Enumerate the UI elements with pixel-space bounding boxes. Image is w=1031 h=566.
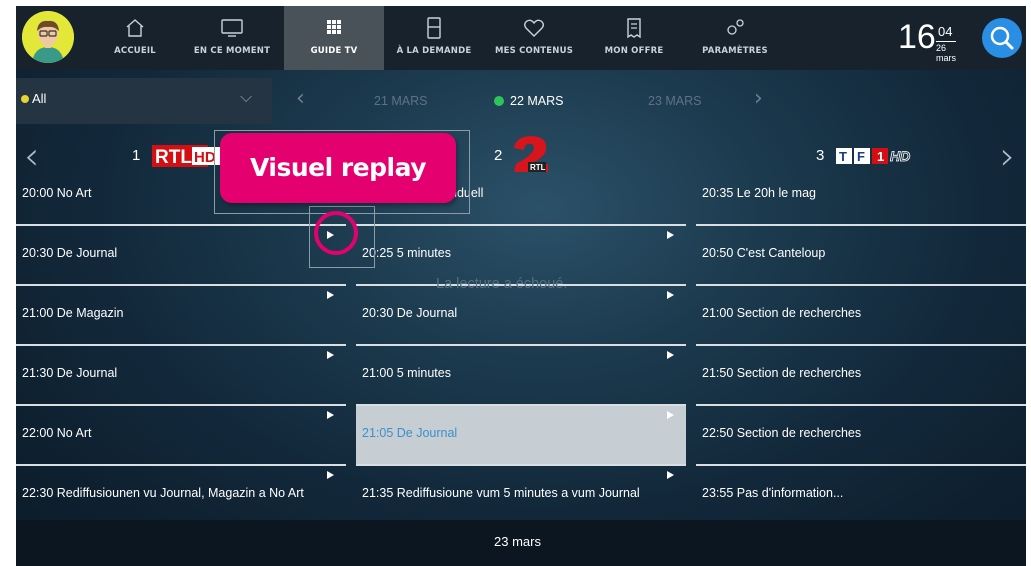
user-avatar[interactable] (22, 11, 74, 63)
nav-accueil-label: ACCUEIL (114, 46, 156, 56)
svg-text:HD: HD (890, 148, 910, 164)
nav-en-ce-moment-label: EN CE MOMENT (193, 46, 271, 56)
replay-icon (667, 231, 674, 239)
program-title: 20:25 5 minutes (362, 246, 451, 260)
clock-date: 26 mars (936, 41, 956, 63)
gears-icon (727, 19, 744, 35)
replay-icon (327, 291, 334, 299)
replay-icon (327, 351, 334, 359)
nav-en-ce-moment[interactable]: EN CE MOMENT (184, 6, 280, 70)
program-row[interactable]: 20:50 C'est Canteloup (696, 226, 1026, 286)
program-title: 21:35 Rediffusioune vum 5 minutes a vum … (362, 486, 640, 500)
home-icon (126, 19, 144, 37)
program-title: 21:05 De Journal (362, 426, 458, 440)
date-current[interactable]: 22 MARS (494, 94, 564, 108)
nav-guide-tv[interactable]: GUIDE TV (284, 6, 384, 70)
channel-1-number: 1 (132, 147, 141, 164)
nav-mon-offre[interactable]: MON OFFRE (596, 6, 672, 70)
date-prev[interactable]: 21 MARS (374, 94, 428, 108)
replay-icon (667, 291, 674, 299)
top-nav: ACCUEIL EN CE MOMENT GUIDE TV À LA DEMAN… (16, 6, 1026, 70)
clock-minutes: 04 (938, 24, 953, 39)
svg-text:T: T (839, 149, 847, 164)
program-title: 23:55 Pas d'information... (702, 486, 844, 500)
nav-accueil[interactable]: ACCUEIL (102, 6, 168, 70)
svg-text:HD: HD (194, 149, 216, 166)
program-row-selected[interactable]: 21:05 De Journal (356, 406, 686, 466)
program-title: 21:30 De Journal (22, 366, 118, 380)
program-row[interactable]: 22:00 No Art (16, 406, 346, 466)
bottom-date-bar: 23 mars (16, 520, 1026, 566)
replay-icon (667, 471, 674, 479)
tv-guide-screen: ACCUEIL EN CE MOMENT GUIDE TV À LA DEMAN… (16, 6, 1026, 566)
program-title: 20:30 De Journal (362, 306, 458, 320)
replay-icon (327, 471, 334, 479)
nav-a-la-demande-label: À LA DEMANDE (396, 46, 472, 56)
program-title: 20:30 De Journal (22, 246, 118, 260)
heart-icon (524, 19, 544, 37)
replay-icon (667, 351, 674, 359)
tv-icon (221, 19, 243, 37)
program-title: 22:00 No Art (22, 426, 92, 440)
replay-icon (327, 411, 334, 419)
date-prev-arrow[interactable]: ‹ (296, 86, 305, 111)
nav-parametres-label: PARAMÈTRES (702, 46, 768, 56)
program-title: 21:00 Section de recherches (702, 306, 862, 320)
program-row[interactable]: 21:35 Rediffusioune vum 5 minutes a vum … (356, 466, 686, 526)
grid-icon (327, 20, 341, 34)
program-title: 22:30 Rediffusiounen vu Journal, Magazin… (22, 486, 304, 500)
nav-mon-offre-label: MON OFFRE (604, 46, 664, 56)
program-row[interactable]: 20:30 De Journal (16, 226, 346, 286)
search-icon (990, 26, 1014, 50)
program-title: 20:00 No Art (22, 186, 92, 200)
receipt-icon (627, 18, 641, 39)
program-title: 21:00 De Magazin (22, 306, 124, 320)
channel-filter-dropdown[interactable]: All ⌵ (16, 78, 272, 124)
svg-text:RTL: RTL (155, 147, 192, 168)
channel-3-number: 3 (816, 147, 825, 164)
visuel-replay-callout: Visuel replay (220, 133, 456, 203)
svg-text:1: 1 (877, 149, 884, 164)
nav-mes-contenus[interactable]: MES CONTENUS (486, 6, 582, 70)
date-next[interactable]: 23 MARS (648, 94, 702, 108)
tf1-hd-logo[interactable]: T F 1 HD (836, 146, 926, 166)
annotation-ring (314, 211, 358, 255)
nav-a-la-demande[interactable]: À LA DEMANDE (388, 6, 480, 70)
program-title: 22:50 Section de recherches (702, 426, 862, 440)
program-row[interactable]: 21:00 5 minutes (356, 346, 686, 406)
program-title: 20:50 C'est Canteloup (702, 246, 826, 260)
program-row[interactable]: 20:35 Le 20h le mag (696, 166, 1026, 226)
search-button[interactable] (982, 18, 1022, 58)
film-icon (427, 17, 441, 39)
program-row[interactable]: 21:50 Section de recherches (696, 346, 1026, 406)
filter-dot (21, 95, 29, 103)
nav-guide-tv-label: GUIDE TV (310, 46, 358, 56)
program-row[interactable]: 20:30 De Journal (356, 286, 686, 346)
bottom-date-label: 23 mars (494, 534, 541, 549)
channel-2-number: 2 (494, 147, 503, 164)
nav-parametres[interactable]: PARAMÈTRES (692, 6, 778, 70)
program-title: 21:00 5 minutes (362, 366, 451, 380)
program-row[interactable]: 22:50 Section de recherches (696, 406, 1026, 466)
program-row[interactable]: 23:55 Pas d'information... (696, 466, 1026, 526)
program-row[interactable]: 22:30 Rediffusiounen vu Journal, Magazin… (16, 466, 346, 526)
clock-hours: 16 (898, 18, 936, 56)
svg-text:F: F (857, 149, 865, 164)
program-row[interactable]: 21:00 De Magazin (16, 286, 346, 346)
date-next-arrow[interactable]: › (754, 86, 763, 111)
chevron-down-icon: ⌵ (240, 87, 253, 106)
nav-mes-contenus-label: MES CONTENUS (494, 46, 574, 56)
program-title: 21:50 Section de recherches (702, 366, 862, 380)
replay-icon (667, 411, 674, 419)
program-title: 20:35 Le 20h le mag (702, 186, 816, 200)
program-row[interactable]: 21:30 De Journal (16, 346, 346, 406)
playback-error-message: La lecture a échoué. (436, 276, 568, 292)
filter-value: All (32, 91, 47, 106)
program-row[interactable]: 21:00 Section de recherches (696, 286, 1026, 346)
